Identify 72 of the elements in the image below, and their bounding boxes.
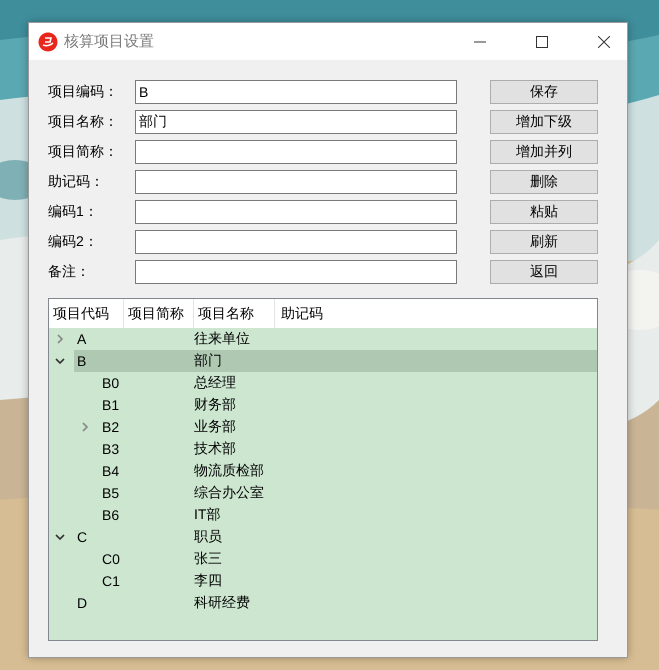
tree-cell: 综合办公室 <box>194 484 264 502</box>
tree-cell-text: B3 <box>101 441 120 457</box>
tree-cell: 往来单位 <box>194 330 250 348</box>
app-logo-icon <box>38 32 58 52</box>
input-field[interactable] <box>135 170 457 194</box>
tree-row[interactable]: B3 技术部 <box>99 438 597 460</box>
chevron-right-icon[interactable] <box>55 334 65 344</box>
tree-cell: 物流质检部 <box>194 462 264 480</box>
tree-row[interactable]: C0 张三 <box>99 548 597 570</box>
tree-cell-text: B6 <box>101 507 120 523</box>
column-header[interactable]: 项目简称 <box>124 299 194 328</box>
tree-cell-text: D <box>76 595 88 611</box>
column-header[interactable]: 项目代码 <box>49 299 124 328</box>
tree-row[interactable]: D 科研经费 <box>74 592 597 614</box>
tree-cell-text: B <box>76 353 88 369</box>
input-field[interactable]: 部门 <box>135 110 457 134</box>
input-field[interactable] <box>135 230 457 254</box>
tree-cell: IT部 <box>194 506 220 524</box>
input-field[interactable]: B <box>135 80 457 104</box>
tree-row[interactable]: A 往来单位 <box>74 328 597 350</box>
action-button[interactable]: 增加并列 <box>490 140 598 164</box>
tree-cell: 部门 <box>194 352 222 370</box>
chevron-right-icon[interactable] <box>80 422 90 432</box>
field-label: 项目名称： <box>48 113 119 131</box>
action-button[interactable]: 删除 <box>490 170 598 194</box>
action-button[interactable]: 增加下级 <box>490 110 598 134</box>
tree-row[interactable]: B1 财务部 <box>99 394 597 416</box>
tree-cell-text: B4 <box>101 463 120 479</box>
field-label: 备注： <box>48 263 91 281</box>
action-button[interactable]: 返回 <box>490 260 598 284</box>
tree-cell-text: C <box>76 529 88 545</box>
tree-cell-text: C0 <box>101 551 121 567</box>
tree-cell: 职员 <box>194 528 222 546</box>
window-title: 核算项目设置 <box>64 32 154 51</box>
field-label: 编码2： <box>48 233 99 251</box>
action-button[interactable]: 粘贴 <box>490 200 598 224</box>
tree-row[interactable]: B0 总经理 <box>99 372 597 394</box>
tree-cell-text: B0 <box>101 375 120 391</box>
tree-cell-text: B1 <box>101 397 120 413</box>
column-header[interactable]: 助记码 <box>275 299 323 328</box>
tree-row[interactable]: B5 综合办公室 <box>99 482 597 504</box>
chevron-down-icon[interactable] <box>55 356 65 366</box>
field-label: 助记码： <box>48 173 105 191</box>
chevron-down-icon[interactable] <box>55 532 65 542</box>
tree-row[interactable]: B6 IT部 <box>99 504 597 526</box>
tree-cell: 业务部 <box>194 418 236 436</box>
tree-cell: 张三 <box>194 550 222 568</box>
input-field[interactable] <box>135 260 457 284</box>
tree-cell-text: C1 <box>101 573 121 589</box>
tree-row[interactable]: B2 业务部 <box>99 416 597 438</box>
tree-cell: 李四 <box>194 572 222 590</box>
maximize-icon[interactable] <box>536 36 548 48</box>
column-header[interactable]: 项目名称 <box>194 299 275 328</box>
tree-cell-text: A <box>76 331 88 347</box>
tree-cell-text: B2 <box>101 419 120 435</box>
input-field[interactable] <box>135 200 457 224</box>
tree-row[interactable]: B4 物流质检部 <box>99 460 597 482</box>
field-label: 项目简称： <box>48 143 119 161</box>
action-button[interactable]: 保存 <box>490 80 598 104</box>
tree-row[interactable]: C1 李四 <box>99 570 597 592</box>
tree-cell: 技术部 <box>194 440 236 458</box>
input-field[interactable] <box>135 140 457 164</box>
tree-row[interactable]: B 部门 <box>74 350 597 372</box>
tree-row[interactable]: C 职员 <box>74 526 597 548</box>
tree-cell: 总经理 <box>194 374 236 392</box>
close-icon[interactable] <box>598 36 610 48</box>
tree-cell: 科研经费 <box>194 594 250 612</box>
tree-cell: 财务部 <box>194 396 236 414</box>
action-button[interactable]: 刷新 <box>490 230 598 254</box>
tree-cell-text: B5 <box>101 485 120 501</box>
field-label: 项目编码： <box>48 83 119 101</box>
field-label: 编码1： <box>48 203 99 221</box>
